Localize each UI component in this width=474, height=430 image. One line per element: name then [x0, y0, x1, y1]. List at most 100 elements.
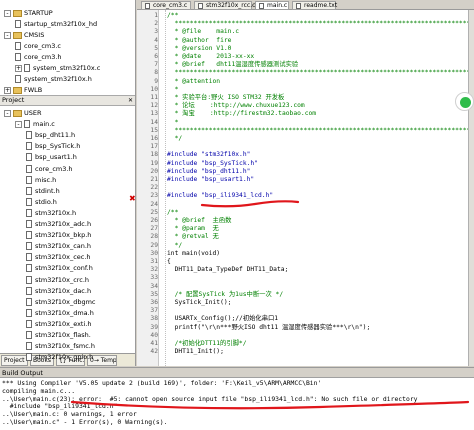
tree-folder[interactable]: - USER	[4, 108, 42, 118]
code-line[interactable]: */	[167, 242, 183, 250]
tree-file[interactable]: startup_stm32f10x_hd	[15, 19, 97, 29]
tree-file[interactable]: stm32f10x_cec.h	[26, 252, 91, 262]
file-icon	[26, 253, 32, 262]
tree-file[interactable]: core_cm3.h	[26, 164, 73, 174]
tree-file[interactable]: bsp_usart1.h	[26, 152, 77, 162]
line-number: 4	[154, 36, 158, 44]
tree-file[interactable]: stm32f10x_dma.h	[26, 308, 94, 318]
code-line[interactable]: * @brief dht11温湿度传感器测试实验	[167, 61, 299, 69]
collapse-icon[interactable]: -	[4, 9, 11, 17]
line-number: 13	[150, 110, 158, 118]
expand-icon[interactable]: +	[15, 64, 22, 72]
tree-folder[interactable]: - CMSIS	[4, 30, 44, 40]
tree-file[interactable]: + system_stm32f10x.c	[15, 63, 100, 73]
tree-file[interactable]: bsp_dht11.h	[26, 130, 75, 140]
file-icon	[26, 142, 32, 151]
code-line[interactable]: #include "bsp_SysTick.h"	[167, 160, 258, 168]
tree-file[interactable]: stm32f10x_exti.h	[26, 319, 91, 329]
project-pane-tab[interactable]: Project	[1, 355, 28, 366]
tree-file[interactable]: stm32f10x_conf.h	[26, 263, 93, 273]
tree-folder[interactable]: - STARTUP	[4, 8, 53, 18]
tree-file[interactable]: stm32f10x_fsmc.h	[26, 341, 95, 351]
file-icon	[145, 3, 150, 9]
build-output-line: ..\User\main.c" - 1 Error(s), 0 Warning(…	[2, 418, 168, 426]
file-icon	[26, 175, 32, 184]
collapse-icon[interactable]: -	[4, 109, 11, 117]
code-line[interactable]: DHT11_Init();	[167, 348, 224, 356]
code-line[interactable]: USARTx_Config();//初始化串口1	[167, 315, 279, 323]
tree-folder[interactable]: + FWLB	[4, 85, 42, 95]
code-line[interactable]: * @file main.c	[167, 28, 239, 36]
editor-tab[interactable]: readme.txt	[292, 1, 337, 10]
file-icon	[26, 208, 32, 217]
code-line[interactable]: ****************************************…	[167, 69, 471, 77]
code-line[interactable]: SysTick_Init();	[167, 299, 232, 307]
code-line[interactable]: * @retval 无	[167, 233, 219, 241]
tree-item-label: STARTUP	[24, 9, 53, 17]
line-number: 30	[150, 249, 158, 257]
code-line[interactable]: #include "stm32f10x.h"	[167, 151, 250, 159]
file-icon	[259, 3, 264, 9]
tree-file[interactable]: bsp_SysTick.h	[26, 141, 80, 151]
tree-file[interactable]: stm32f10x_gpio.h	[26, 352, 93, 362]
code-line[interactable]: #include "bsp_usart1.h"	[167, 176, 254, 184]
tree-file[interactable]: stm32f10x_dbgmc	[26, 297, 95, 307]
code-line[interactable]: int main(void)	[167, 250, 220, 258]
code-line[interactable]: ****************************************…	[167, 20, 471, 28]
tree-file[interactable]: core_cm3.c	[15, 41, 61, 51]
tree-file[interactable]: stm32f10x_flash.	[26, 330, 91, 340]
editor-tab[interactable]: core_cm3.c	[141, 1, 191, 10]
code-line[interactable]: * @date 2013-xx-xx	[167, 53, 255, 61]
build-output-title: Build Output	[2, 369, 43, 377]
code-line[interactable]: *	[167, 119, 179, 127]
code-line[interactable]: * 淘宝 :http://firestm32.taobao.com	[167, 110, 317, 118]
code-line[interactable]: ****************************************…	[167, 127, 471, 135]
editor-tab[interactable]: main.c	[255, 1, 289, 10]
tree-item-label: core_cm3.h	[35, 164, 73, 173]
code-line[interactable]: /**	[167, 12, 178, 20]
collapse-icon[interactable]: -	[4, 31, 11, 39]
expand-icon[interactable]: +	[4, 86, 11, 94]
project-panel-title: Project	[2, 96, 25, 104]
tree-file[interactable]: stm32f10x_bkp.h	[26, 230, 91, 240]
tree-file[interactable]: stdint.h	[26, 186, 60, 196]
code-line[interactable]: /*初始化DTT11的引脚*/	[167, 340, 247, 348]
code-line[interactable]: */	[167, 135, 183, 143]
code-line[interactable]: * @brief 主函数	[167, 217, 232, 225]
tree-file[interactable]: system_stm32f10x.h	[15, 74, 92, 84]
tree-file[interactable]: stm32f10x.h	[26, 208, 76, 218]
fold-margin	[159, 10, 166, 366]
file-icon	[26, 153, 32, 162]
code-line[interactable]: * @attention	[167, 78, 221, 86]
tree-item-label: CMSIS	[24, 31, 45, 39]
code-line[interactable]: * 实验平台:野火 ISO STM32 开发板	[167, 94, 285, 102]
code-line[interactable]: * @version V1.0	[167, 45, 232, 53]
code-line[interactable]: {	[167, 258, 171, 266]
code-line[interactable]: *	[167, 86, 179, 94]
tree-file[interactable]: stm32f10x_adc.h	[26, 219, 91, 229]
code-line[interactable]: #include "bsp_dht11.h"	[167, 168, 250, 176]
tree-file[interactable]: stdio.h	[26, 197, 57, 207]
code-line[interactable]: printf("\r\n***野火ISO dht11 温湿度传感器实验***\r…	[167, 324, 371, 332]
code-line[interactable]: * @author fire	[167, 37, 232, 45]
code-line[interactable]: /* 配置SysTick 为1us中断一次 */	[167, 291, 284, 299]
line-number: 42	[150, 348, 158, 356]
line-number: 29	[150, 241, 158, 249]
file-icon	[26, 197, 32, 206]
tree-item-label: stm32f10x_adc.h	[35, 220, 92, 228]
tree-file[interactable]: stm32f10x_dac.h	[26, 286, 91, 296]
close-icon[interactable]: ✕	[128, 96, 133, 105]
code-editor[interactable]: 1 2 3 4 5 6 7 8 9 10 11 12 13 14 15 16 17 18 19 20 21 22 23 24 2…	[137, 10, 474, 366]
editor-vertical-scrollbar[interactable]	[468, 10, 474, 366]
file-icon	[26, 308, 32, 317]
tree-file[interactable]: core_cm3.h	[15, 52, 62, 62]
tree-file[interactable]: stm32f10x_crc.h	[26, 275, 89, 285]
editor-tab-bar: core_cm3.c stm32f10x_rcc.c main.c readme.tx…	[137, 0, 474, 10]
editor-tab[interactable]: stm32f10x_rcc.c	[194, 1, 255, 10]
tree-file[interactable]: - main.c	[15, 119, 55, 129]
code-line[interactable]: DHT11_Data_TypeDef DHT11_Data;	[167, 266, 289, 274]
tree-file[interactable]: misc.h	[26, 175, 56, 185]
code-line[interactable]: /**	[167, 209, 178, 217]
tree-file[interactable]: stm32f10x_can.h	[26, 241, 91, 251]
collapse-icon[interactable]: -	[15, 120, 22, 128]
